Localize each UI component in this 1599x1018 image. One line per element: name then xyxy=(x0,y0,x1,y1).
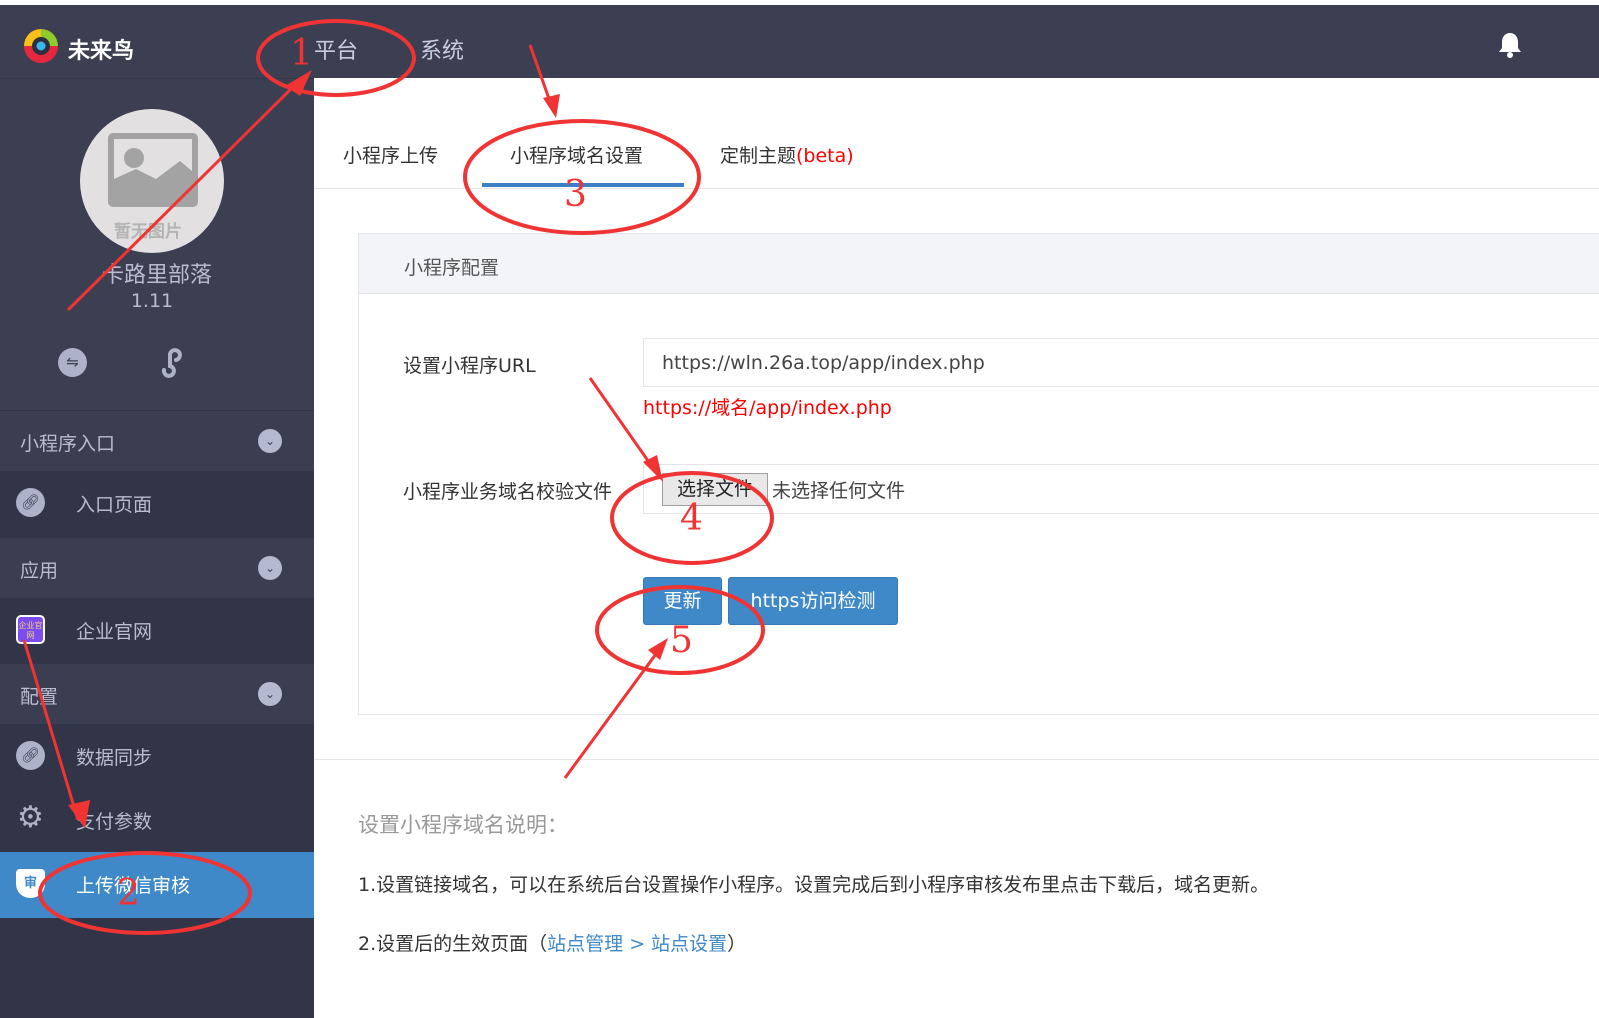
url-input[interactable] xyxy=(643,338,1599,387)
logo-text: 未来鸟 xyxy=(68,38,135,64)
https-check-button[interactable]: https访问检测 xyxy=(728,577,898,625)
app-version: 1.11 xyxy=(130,290,174,312)
beta-label: (beta) xyxy=(796,145,854,167)
sidebar-item-entry-page[interactable]: 🔗︎ 入口页面 xyxy=(0,471,314,535)
tab-domain-settings[interactable]: 小程序域名设置 xyxy=(510,141,643,168)
section-divider xyxy=(314,759,1599,760)
image-placeholder-icon xyxy=(108,133,198,207)
file-status: 未选择任何文件 xyxy=(772,480,906,502)
line2-suffix: ） xyxy=(727,933,747,955)
update-button[interactable]: 更新 xyxy=(643,577,722,625)
sidebar-item-enterprise-site[interactable]: 企业官网 企业官网 xyxy=(0,598,314,662)
item-label: 支付参数 xyxy=(76,811,153,833)
sidebar-group-apps[interactable]: 应用 ⌄ xyxy=(0,538,314,598)
url-label: 设置小程序URL xyxy=(403,355,536,377)
chevron-down-icon: ⌄ xyxy=(258,556,282,580)
breadcrumb-separator: > xyxy=(623,933,652,955)
sidebar-group-entry[interactable]: 小程序入口 ⌄ xyxy=(0,411,314,471)
sidebar-item-wechat-review[interactable]: 审 上传微信审核 xyxy=(0,852,314,918)
tab-upload[interactable]: 小程序上传 xyxy=(343,141,438,168)
no-image-text: 暂无图片 xyxy=(114,222,182,242)
top-bar: 未来鸟 平台 系统 xyxy=(0,5,1599,78)
group-label: 配置 xyxy=(20,686,59,708)
gear-icon: ⚙ xyxy=(17,800,44,835)
nav-system[interactable]: 系统 xyxy=(420,33,464,65)
line2-prefix: 2.设置后的生效页面（ xyxy=(358,933,548,955)
sidebar-group-config[interactable]: 配置 ⌄ xyxy=(0,664,314,724)
tab-label: 定制主题 xyxy=(720,145,797,167)
logo-icon xyxy=(24,29,58,63)
url-hint: https://域名/app/index.php xyxy=(643,397,892,419)
link-icon: 🔗︎ xyxy=(16,741,45,770)
nav-platform[interactable]: 平台 xyxy=(314,33,358,65)
chevron-down-icon: ⌄ xyxy=(258,682,282,706)
profile-section: 暂无图片 卡路里部落 1.11 ⇋ xyxy=(0,78,314,410)
description-line-1: 1.设置链接域名，可以在系统后台设置操作小程序。设置完成后到小程序审核发布里点击… xyxy=(358,874,1270,896)
sidebar-item-data-sync[interactable]: 🔗︎ 数据同步 xyxy=(0,724,314,788)
active-tab-indicator xyxy=(482,183,684,187)
description-title: 设置小程序域名说明： xyxy=(358,813,568,837)
chevron-down-icon: ⌄ xyxy=(258,429,282,453)
tab-custom-theme[interactable]: 定制主题(beta) xyxy=(720,141,854,168)
mini-program-icon[interactable] xyxy=(156,344,190,378)
item-label: 数据同步 xyxy=(76,747,153,769)
enterprise-icon: 企业官网 xyxy=(16,615,45,644)
switch-icon[interactable]: ⇋ xyxy=(58,348,87,377)
item-label: 企业官网 xyxy=(76,621,153,643)
group-label: 小程序入口 xyxy=(20,433,116,455)
item-label: 上传微信审核 xyxy=(76,875,191,897)
sidebar-item-payment[interactable]: ⚙ 支付参数 xyxy=(0,788,314,852)
site-settings-link[interactable]: 站点设置 xyxy=(651,933,727,955)
bell-icon[interactable] xyxy=(1497,30,1523,60)
shield-icon: 审 xyxy=(16,869,45,898)
item-label: 入口页面 xyxy=(76,494,153,516)
panel-title: 小程序配置 xyxy=(359,234,1599,294)
tab-divider xyxy=(314,188,1599,189)
choose-file-button[interactable]: 选择文件 xyxy=(662,473,768,506)
link-icon: 🔗︎ xyxy=(16,488,45,517)
app-name: 卡路里部落 xyxy=(101,263,212,288)
annotation-number-3: 3 xyxy=(564,174,587,215)
site-management-link[interactable]: 站点管理 xyxy=(547,933,623,955)
annotation-ellipse-3 xyxy=(463,119,701,235)
description-line-2: 2.设置后的生效页面（站点管理 > 站点设置） xyxy=(358,929,746,956)
file-label: 小程序业务域名校验文件 xyxy=(403,481,613,503)
avatar: 暂无图片 xyxy=(80,109,224,253)
group-label: 应用 xyxy=(20,560,59,582)
sidebar: 暂无图片 卡路里部落 1.11 ⇋ 小程序入口 ⌄ 🔗︎ 入口页面 应用 ⌄ 企业官网… xyxy=(0,78,314,1018)
